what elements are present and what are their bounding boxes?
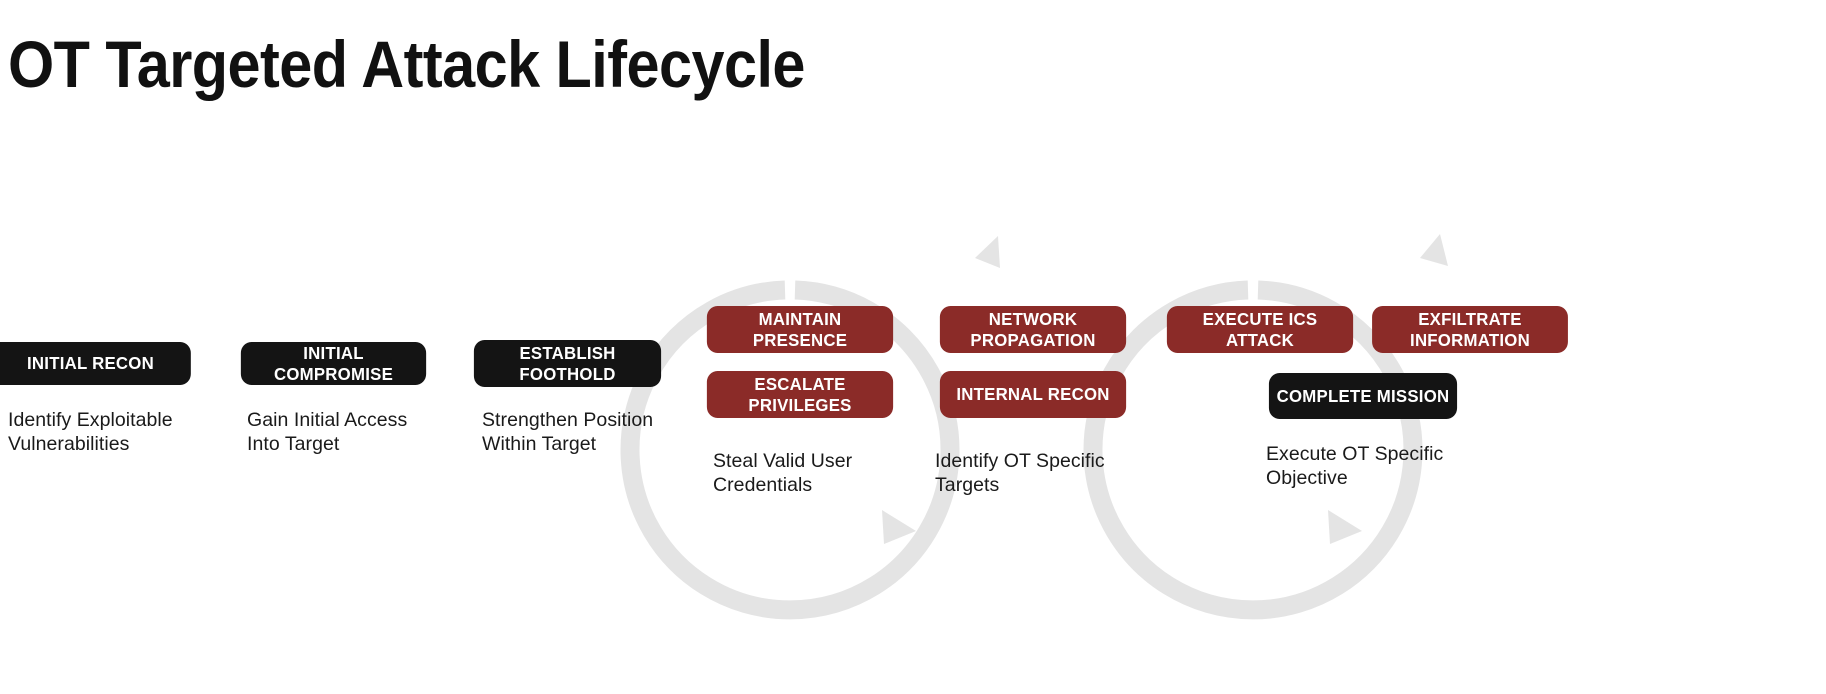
box-maintain-presence-label: MAINTAIN PRESENCE <box>752 308 848 350</box>
box-establish-foothold-label: ESTABLISH FOOTHOLD <box>519 342 616 384</box>
box-establish-foothold[interactable]: ESTABLISH FOOTHOLD <box>473 340 662 387</box>
box-internal-recon[interactable]: INTERNAL RECON <box>939 371 1127 418</box>
loop-arrow-left-head-top <box>975 236 1000 268</box>
box-maintain-presence[interactable]: MAINTAIN PRESENCE <box>706 306 894 353</box>
box-complete-mission[interactable]: COMPLETE MISSION <box>1268 373 1458 419</box>
box-internal-recon-label: INTERNAL RECON <box>956 384 1110 404</box>
box-complete-mission-label: COMPLETE MISSION <box>1276 385 1450 406</box>
box-initial-compromise[interactable]: INITIAL COMPROMISE <box>240 342 427 385</box>
loop-arrow-right-head-bottom <box>1328 510 1362 544</box>
caption-maintain-presence: Steal Valid User Credentials <box>713 450 853 496</box>
caption-network-propagation: Identify OT Specific Targets <box>935 450 1105 496</box>
box-initial-recon[interactable]: INITIAL RECON <box>0 342 191 385</box>
box-exfiltrate-information[interactable]: EXFILTRATE INFORMATION <box>1372 306 1568 353</box>
box-exfiltrate-information-label: EXFILTRATE INFORMATION <box>1410 308 1530 350</box>
box-escalate-privileges-label: ESCALATE PRIVILEGES <box>748 373 852 415</box>
box-execute-ics-attack-label: EXECUTE ICS ATTACK <box>1202 308 1318 350</box>
box-execute-ics-attack[interactable]: EXECUTE ICS ATTACK <box>1166 306 1354 353</box>
box-escalate-privileges[interactable]: ESCALATE PRIVILEGES <box>706 371 894 418</box>
caption-execute-ics-attack: Execute OT Specific Objective <box>1266 443 1444 489</box>
page-title: OT Targeted Attack Lifecycle <box>8 27 805 101</box>
loop-arrow-right-head-top <box>1420 234 1448 266</box>
caption-initial-recon: Identify Exploitable Vulnerabilities <box>8 409 173 455</box>
caption-establish-foothold: Strengthen Position Within Target <box>482 409 654 455</box>
caption-initial-compromise: Gain Initial Access Into Target <box>247 409 408 455</box>
loop-arrow-left-head-bottom <box>882 510 916 544</box>
box-initial-recon-label: INITIAL RECON <box>27 353 154 373</box>
box-network-propagation-label: NETWORK PROPAGATION <box>970 308 1096 350</box>
box-initial-compromise-label: INITIAL COMPROMISE <box>273 342 394 384</box>
box-network-propagation[interactable]: NETWORK PROPAGATION <box>939 306 1127 353</box>
